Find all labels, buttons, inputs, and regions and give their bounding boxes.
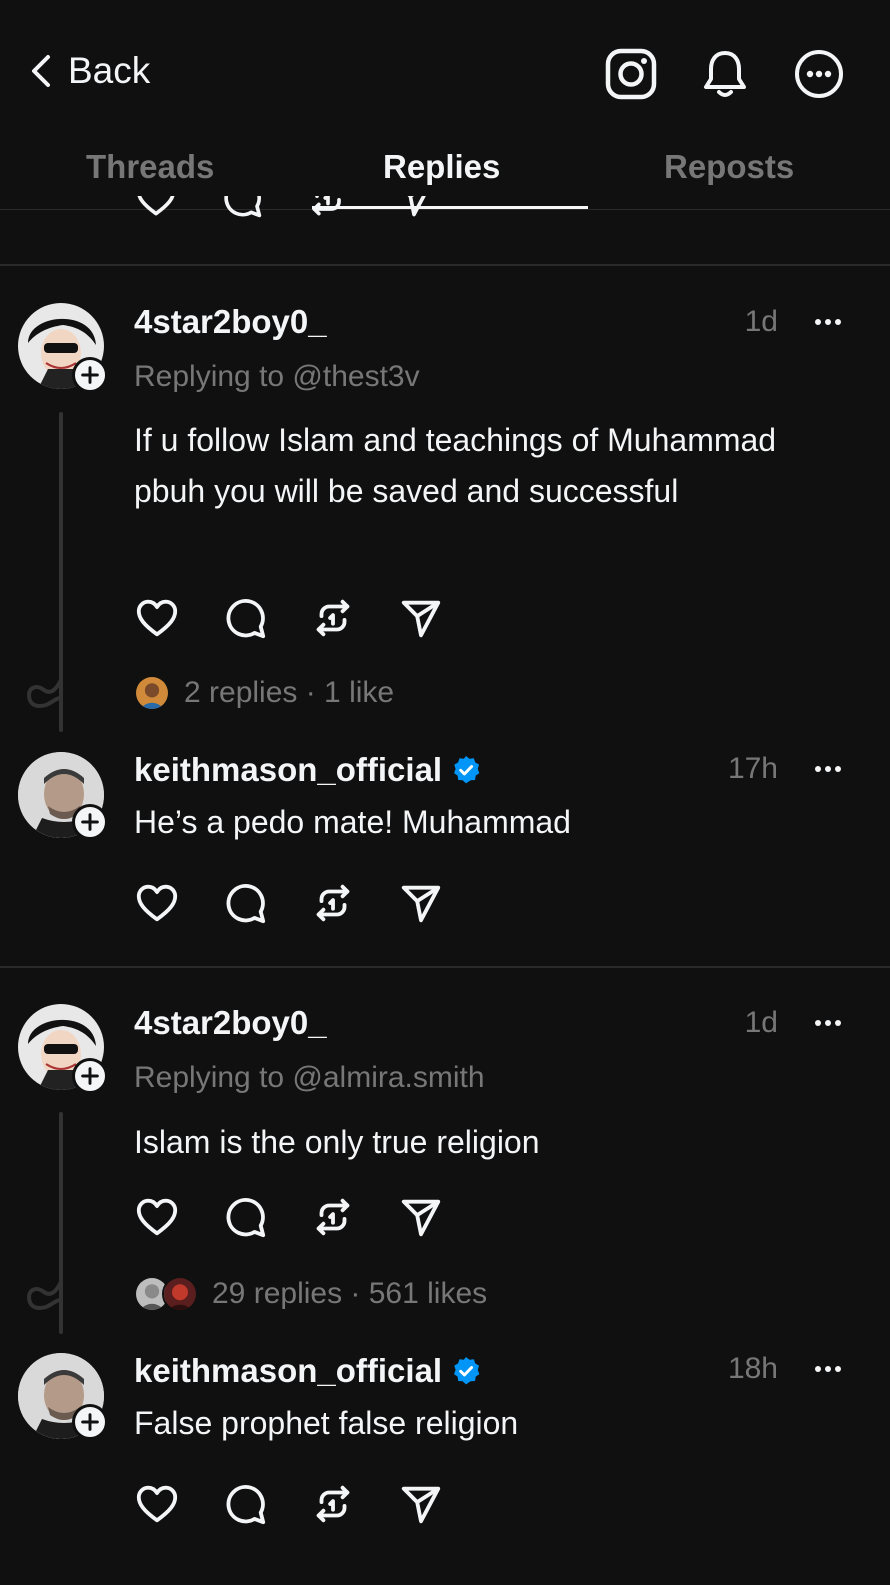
stats-text: 29 replies · 561 likes	[212, 1277, 488, 1310]
previous-post-actions	[130, 196, 450, 232]
username[interactable]: keithmason_official	[134, 751, 482, 789]
stats-text: 2 replies · 1 like	[184, 676, 395, 709]
chevron-left-icon	[32, 55, 50, 87]
comment-icon[interactable]	[222, 1194, 268, 1240]
thread-loop-icon	[26, 678, 63, 709]
plus-icon	[79, 1411, 101, 1433]
verified-badge-icon	[450, 754, 482, 786]
username-text[interactable]: 4star2boy0_	[134, 303, 327, 341]
back-label: Back	[68, 50, 151, 91]
top-actions	[604, 47, 846, 101]
heart-icon[interactable]	[134, 1481, 180, 1527]
divider	[0, 966, 890, 968]
bell-icon	[704, 51, 746, 97]
replier-avatar	[134, 675, 170, 711]
post-actions	[134, 880, 444, 926]
post-stats[interactable]: 2 replies · 1 like	[134, 675, 394, 711]
divider	[0, 264, 890, 266]
post-more-button[interactable]	[808, 1013, 848, 1033]
post-stats[interactable]: 29 replies · 561 likes	[134, 1276, 487, 1312]
repost-icon[interactable]	[310, 1194, 356, 1240]
heart-icon[interactable]	[134, 1194, 180, 1240]
post-text: If u follow Islam and teachings of Muham…	[134, 422, 777, 509]
more-options-button[interactable]	[792, 47, 846, 101]
heart-icon[interactable]	[134, 880, 180, 926]
comment-icon[interactable]	[222, 880, 268, 926]
replying-to[interactable]: Replying to @almira.smith	[134, 1061, 485, 1095]
thread-loop-icon	[26, 1280, 63, 1311]
repost-icon[interactable]	[306, 196, 350, 220]
plus-icon	[79, 811, 101, 833]
post-more-button[interactable]	[808, 759, 848, 779]
follow-plus-button[interactable]	[72, 1058, 108, 1094]
username-text[interactable]: keithmason_official	[134, 751, 442, 789]
post-time: 17h	[727, 752, 778, 785]
share-icon[interactable]	[398, 880, 444, 926]
heart-icon[interactable]	[134, 595, 180, 641]
follow-plus-button[interactable]	[72, 357, 108, 393]
top-bar: Back	[0, 0, 890, 140]
post-actions	[134, 595, 444, 641]
follow-plus-button[interactable]	[72, 1404, 108, 1440]
comment-icon[interactable]	[220, 196, 264, 220]
share-icon[interactable]	[398, 595, 444, 641]
repost-icon[interactable]	[310, 1481, 356, 1527]
tab-reposts[interactable]: Reposts	[664, 148, 794, 186]
tab-threads[interactable]: Threads	[86, 148, 214, 186]
post-text: Islam is the only true religion	[134, 1124, 540, 1160]
replier-avatars	[134, 1276, 198, 1312]
share-icon[interactable]	[398, 1194, 444, 1240]
post-more-button[interactable]	[808, 1359, 848, 1379]
username-text[interactable]: 4star2boy0_	[134, 1004, 327, 1042]
instagram-icon	[605, 48, 657, 100]
comment-icon[interactable]	[222, 1481, 268, 1527]
share-icon[interactable]	[392, 196, 436, 220]
plus-icon	[79, 1065, 101, 1087]
username-text[interactable]: keithmason_official	[134, 1352, 442, 1390]
username[interactable]: 4star2boy0_	[134, 1004, 327, 1042]
follow-plus-button[interactable]	[72, 804, 108, 840]
share-icon[interactable]	[398, 1481, 444, 1527]
post-actions	[134, 1194, 444, 1240]
verified-badge-icon	[450, 1355, 482, 1387]
username[interactable]: 4star2boy0_	[134, 303, 327, 341]
plus-icon	[79, 364, 101, 386]
back-button[interactable]: Back	[28, 50, 150, 92]
notifications-button[interactable]	[698, 47, 752, 101]
post-actions	[134, 1481, 444, 1527]
replier-avatar	[162, 1276, 198, 1312]
username[interactable]: keithmason_official	[134, 1352, 482, 1390]
post-time: 18h	[727, 1352, 778, 1385]
repost-icon[interactable]	[310, 880, 356, 926]
post-text: False prophet false religion	[134, 1405, 519, 1441]
more-circle-icon	[795, 50, 843, 98]
heart-icon[interactable]	[134, 196, 178, 220]
post-text: He’s a pedo mate! Muhammad	[134, 804, 571, 840]
comment-icon[interactable]	[222, 595, 268, 641]
repost-icon[interactable]	[310, 595, 356, 641]
replying-to[interactable]: Replying to @thest3v	[134, 360, 420, 394]
tab-replies[interactable]: Replies	[383, 148, 500, 186]
post-time: 1d	[744, 1006, 778, 1039]
post-time: 1d	[744, 305, 778, 338]
instagram-button[interactable]	[604, 47, 658, 101]
post-more-button[interactable]	[808, 312, 848, 332]
